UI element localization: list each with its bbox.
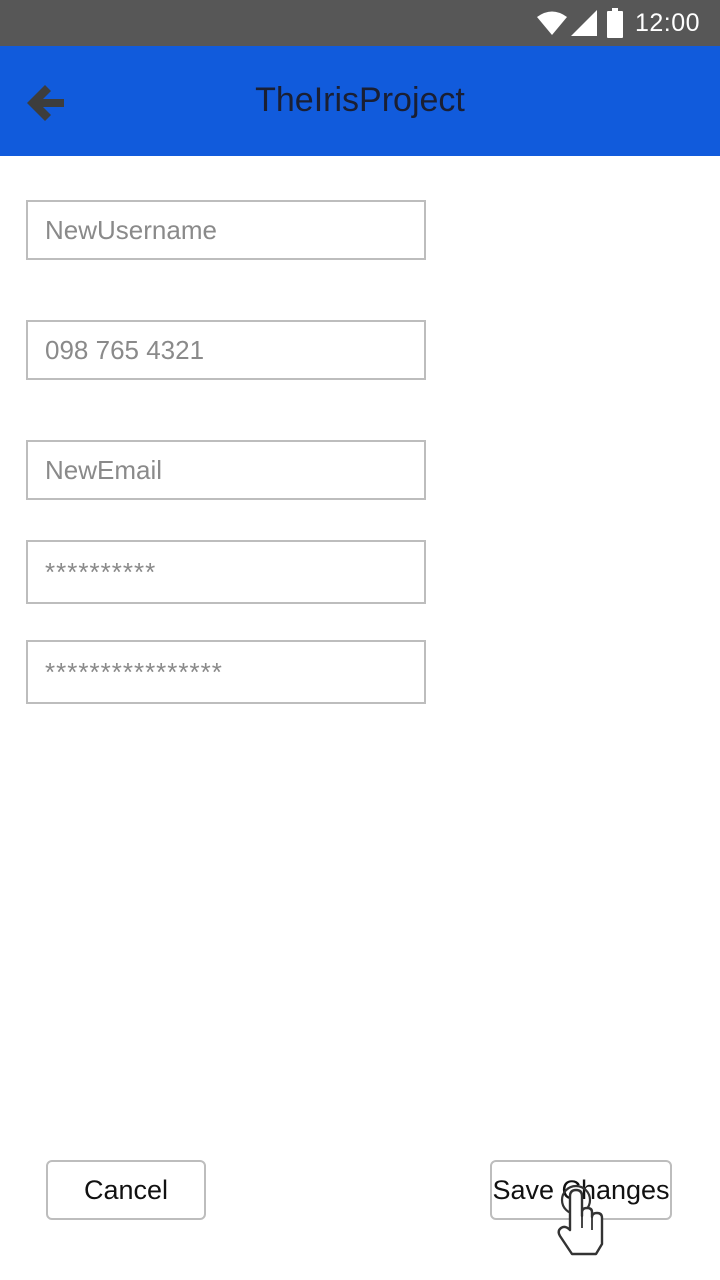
username-input[interactable] [26,200,426,260]
cancel-button[interactable]: Cancel [46,1160,206,1220]
wifi-icon [536,11,567,35]
email-input[interactable] [26,440,426,500]
password-input[interactable] [26,540,426,604]
cell-signal-icon [570,10,597,36]
app-bar: TheIrisProject [0,46,720,156]
confirm-password-input[interactable] [26,640,426,704]
status-time: 12:00 [634,8,700,37]
status-bar: 12:00 [0,0,720,46]
status-icons: 12:00 [536,8,700,38]
battery-icon [606,8,623,38]
phone-input[interactable] [26,320,426,380]
save-changes-button[interactable]: Save Changes [490,1160,672,1220]
page-title: TheIrisProject [255,81,465,119]
